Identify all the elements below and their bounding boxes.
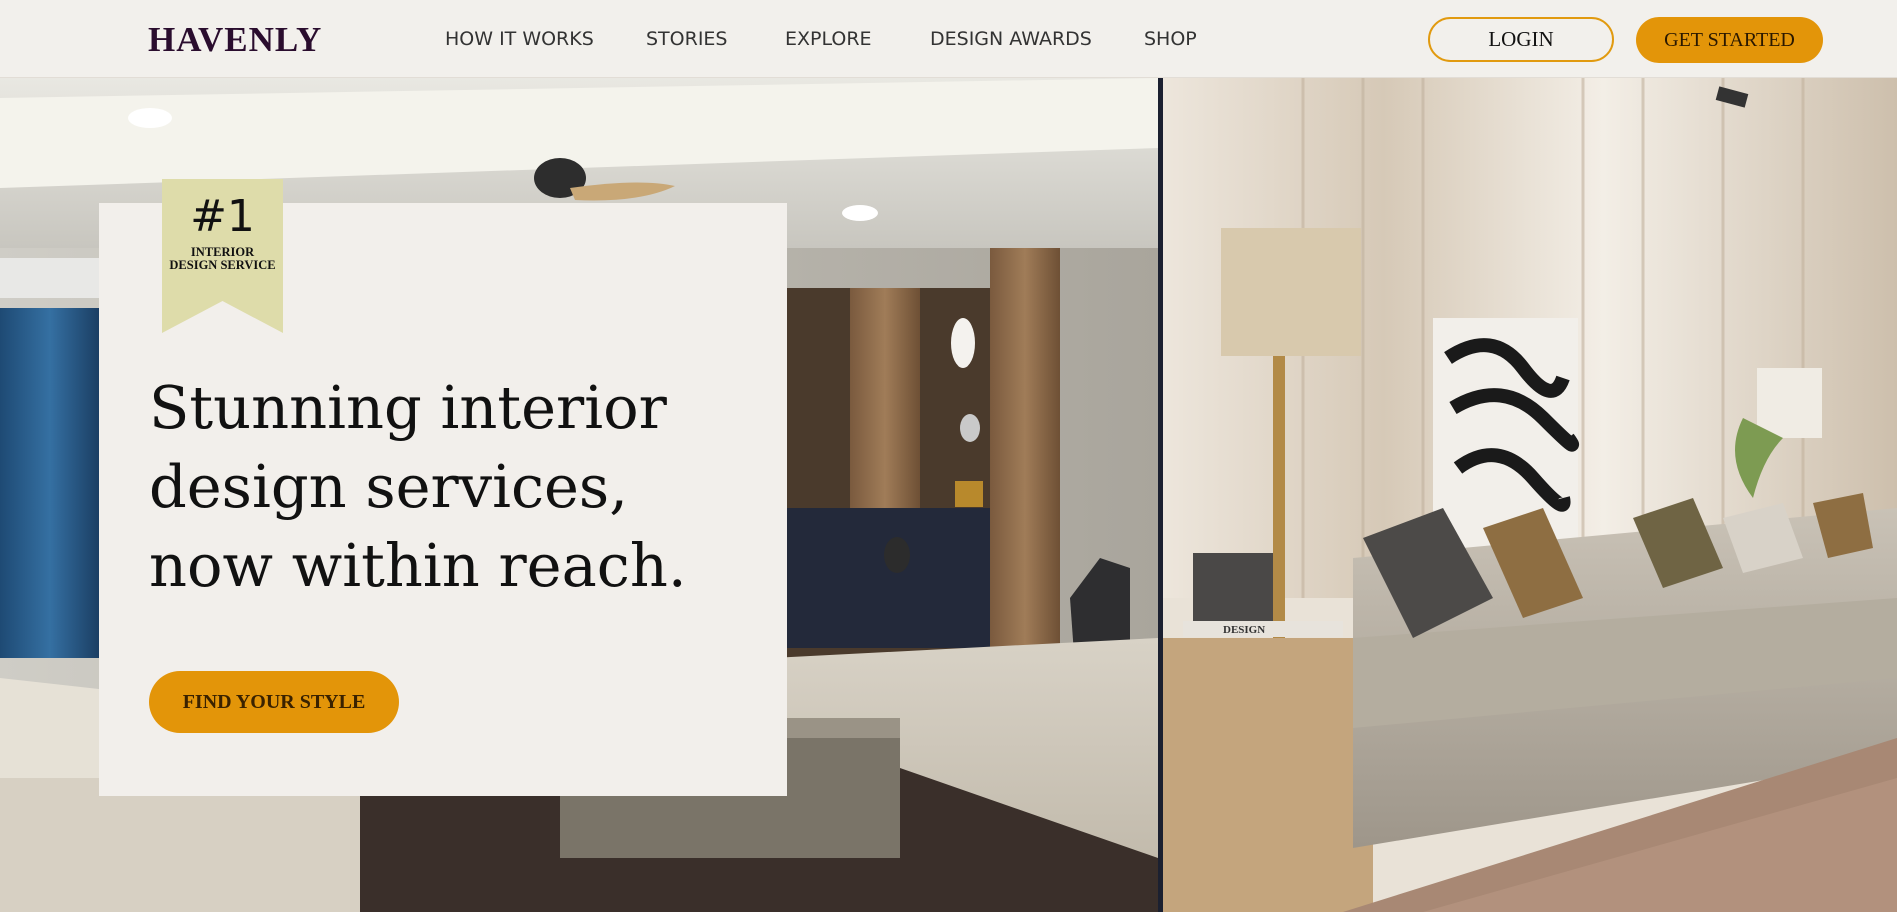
nav-how-it-works[interactable]: HOW IT WORKS [445, 28, 594, 50]
badge-line-2: DESIGN SERVICE [169, 258, 276, 272]
award-ribbon-badge: #1 INTERIOR DESIGN SERVICE [162, 179, 283, 333]
nav-explore[interactable]: EXPLORE [785, 28, 872, 50]
login-button[interactable]: LOGIN [1428, 17, 1614, 62]
nav-shop[interactable]: SHOP [1144, 28, 1197, 50]
lounge-illustration: DESIGN [1163, 78, 1897, 912]
find-your-style-button[interactable]: FIND YOUR STYLE [149, 671, 399, 733]
hero-section: DESIGN #1 INTERIOR DESIGN SERVICE Stunni… [0, 78, 1897, 912]
get-started-button[interactable]: GET STARTED [1636, 17, 1823, 63]
nav-design-awards[interactable]: DESIGN AWARDS [930, 28, 1092, 50]
badge-text: INTERIOR DESIGN SERVICE [162, 246, 283, 272]
hero-headline: Stunning interior design services, now w… [149, 373, 687, 600]
nav-stories[interactable]: STORIES [646, 28, 728, 50]
lounge-photo: DESIGN [1163, 78, 1897, 912]
havenly-logo[interactable]: HAVENLY [148, 20, 322, 60]
badge-number: #1 [190, 191, 255, 242]
book-label: DESIGN [1223, 624, 1265, 636]
top-navigation-bar: HAVENLY HOW IT WORKS STORIES EXPLORE DES… [0, 0, 1897, 78]
